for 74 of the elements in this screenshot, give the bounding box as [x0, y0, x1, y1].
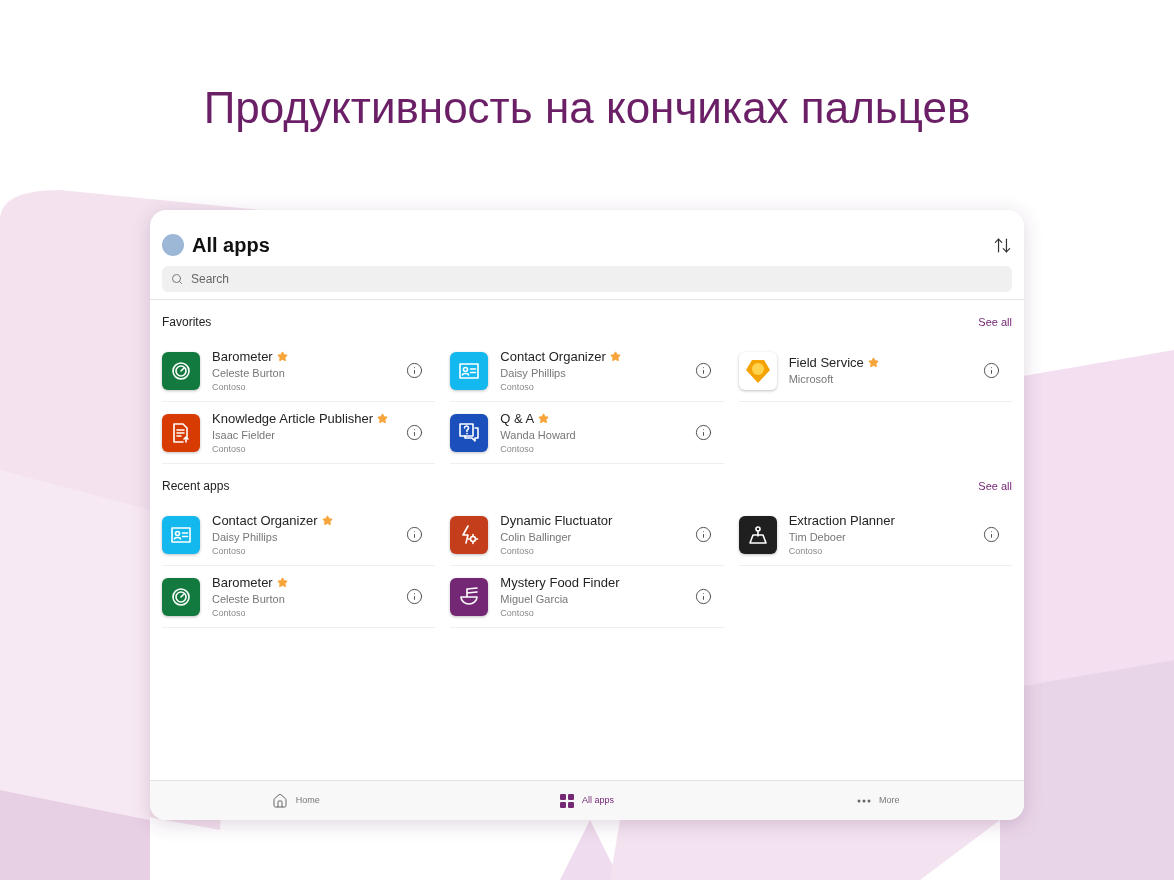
- info-icon[interactable]: [406, 588, 424, 605]
- app-name[interactable]: Dynamic Fluctuator: [500, 512, 613, 529]
- hexagon-pin-icon: [744, 357, 771, 384]
- app-author: Celeste Burton: [212, 591, 286, 607]
- section-title: Favorites: [162, 314, 212, 331]
- info-icon[interactable]: [694, 424, 712, 441]
- app-publisher: Contoso: [500, 380, 535, 393]
- app-name[interactable]: Extraction Planner: [788, 512, 895, 529]
- info-icon[interactable]: [694, 362, 712, 379]
- app-name[interactable]: Barometer: [212, 348, 273, 365]
- app-author: Isaac Fielder: [212, 427, 276, 443]
- info-icon[interactable]: [406, 526, 424, 543]
- headline: Продуктивность на кончиках пальцев: [202, 82, 972, 134]
- app-author: Microsoft: [788, 371, 835, 387]
- app-tile[interactable]: [162, 413, 200, 452]
- contact-card-icon: [171, 526, 191, 543]
- nav-tab[interactable]: More: [732, 787, 1024, 814]
- info-icon[interactable]: [694, 526, 712, 543]
- app-publisher: Contoso: [500, 606, 535, 619]
- see-all-link[interactable]: See all: [978, 313, 1012, 331]
- home-icon: [271, 792, 288, 809]
- see-all-link[interactable]: See all: [978, 477, 1012, 495]
- app-tile[interactable]: [450, 413, 489, 452]
- app-author: Tim Deboer: [788, 529, 847, 545]
- app-author: Wanda Howard: [500, 427, 577, 443]
- document-icon: [172, 422, 190, 443]
- bowl-chopsticks-icon: [459, 586, 480, 607]
- app-name[interactable]: Mystery Food Finder: [500, 574, 620, 591]
- app-publisher: Contoso: [212, 380, 247, 393]
- app-tile[interactable]: [738, 351, 777, 390]
- contact-card-icon: [459, 362, 480, 379]
- app-publisher: Contoso: [788, 544, 824, 557]
- app-tile[interactable]: [738, 515, 777, 554]
- app-publisher: Contoso: [212, 442, 247, 455]
- info-icon[interactable]: [983, 362, 1000, 379]
- app-tile[interactable]: [450, 515, 489, 554]
- sort-icon[interactable]: [993, 235, 1012, 255]
- app-publisher: Contoso: [212, 544, 247, 557]
- app-name[interactable]: Field Service: [788, 354, 864, 371]
- info-icon[interactable]: [406, 424, 424, 441]
- nav-tab[interactable]: Home: [150, 787, 442, 814]
- bolt-gear-icon: [459, 524, 480, 545]
- section-title: Recent apps: [162, 478, 230, 495]
- info-icon[interactable]: [694, 588, 712, 605]
- app-tile[interactable]: [162, 577, 200, 616]
- app-tile[interactable]: [162, 351, 200, 390]
- app-tile[interactable]: [450, 577, 489, 616]
- search-icon: [171, 273, 183, 285]
- more-icon: [857, 798, 872, 803]
- app-tile[interactable]: [450, 351, 489, 390]
- app-name[interactable]: Contact Organizer: [212, 512, 318, 529]
- app-author: Daisy Phillips: [212, 529, 279, 545]
- app-publisher: Contoso: [500, 442, 535, 455]
- gauge-icon: [171, 586, 191, 607]
- app-author: Daisy Phillips: [500, 365, 567, 381]
- grid-icon: [559, 793, 574, 808]
- figure-pedestal-icon: [747, 524, 768, 545]
- app-name[interactable]: Knowledge Article Publisher: [212, 410, 374, 427]
- app-author: Miguel Garcia: [500, 591, 570, 607]
- gauge-icon: [171, 360, 191, 381]
- app-name[interactable]: Barometer: [212, 574, 273, 591]
- search-field[interactable]: Search: [162, 266, 1012, 292]
- app-author: Celeste Burton: [212, 365, 286, 381]
- app-publisher: Contoso: [212, 606, 247, 619]
- chat-question-icon: [459, 422, 480, 443]
- nav-tab[interactable]: All apps: [441, 787, 733, 814]
- app-publisher: Contoso: [500, 544, 535, 557]
- app-name[interactable]: Contact Organizer: [500, 348, 606, 365]
- info-icon[interactable]: [983, 526, 1000, 543]
- app-tile[interactable]: [162, 515, 200, 554]
- app-author: Colin Ballinger: [500, 529, 573, 545]
- info-icon[interactable]: [406, 362, 424, 379]
- page-title: All apps: [192, 233, 270, 258]
- app-name[interactable]: Q & A: [500, 410, 535, 427]
